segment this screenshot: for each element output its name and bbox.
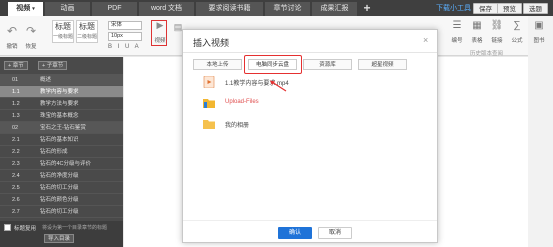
outline-row[interactable]: 2.2 钻石的形成 xyxy=(0,146,123,158)
outline-row[interactable]: 2.6 钻石的颜色分级 xyxy=(0,194,123,206)
insert-video-dialog: 插入视频 × 本地上传 电脑同步云盘 资源库 超星视频 1.1教学内容与要求.m… xyxy=(182,29,438,243)
outline-row[interactable]: 1.3 珠宝的基本概念 xyxy=(0,110,123,122)
style-heading2[interactable]: 标题 二级标题 xyxy=(76,20,98,43)
outline-row[interactable]: 2.1 钻石的基本知识 xyxy=(0,134,123,146)
file-name: 我的相册 xyxy=(225,123,250,129)
font-family-select[interactable]: 宋体 xyxy=(108,21,142,30)
top-tab-bar: 视频 ▾ 动画 PDF word 文档 要求阅读书籍 章节讨论 成果汇报 + 下载… xyxy=(0,0,553,16)
history-link[interactable]: 历史版本查阅 xyxy=(470,49,503,57)
import-outline-button[interactable]: 导入目录 xyxy=(44,234,75,243)
outline-row[interactable]: 1.1 教学内容与要求 xyxy=(0,86,123,98)
title-reuse-label: 标题复用 xyxy=(14,226,37,232)
special-folder-icon xyxy=(203,99,215,108)
folder-icon xyxy=(203,120,215,129)
tab-word[interactable]: word 文档 xyxy=(139,2,195,16)
title-reuse-hint: 将设为第一个目录章节的标题 xyxy=(42,225,108,231)
right-tools-panel xyxy=(528,16,553,247)
link-label: 链接 xyxy=(491,38,503,44)
add-subchapter-button[interactable]: + 子章节 xyxy=(38,61,68,70)
numbering-label: 编号 xyxy=(451,38,463,44)
active-tab-highlight xyxy=(244,55,302,74)
link-icon[interactable]: ⛓ xyxy=(490,20,504,31)
preview-button[interactable]: 预览 xyxy=(497,3,522,14)
table-label: 表格 xyxy=(471,38,483,44)
video-tool-highlight xyxy=(151,20,167,46)
outline-row[interactable]: 2.3 钻石的4C分级与评价 xyxy=(0,158,123,170)
font-size-select[interactable]: 10px xyxy=(108,32,142,41)
undo-icon[interactable]: ↶ xyxy=(5,24,19,38)
file-row[interactable]: 我的相册 xyxy=(203,117,423,135)
add-chapter-button[interactable]: + 章节 xyxy=(4,61,28,70)
book-label: 图书 xyxy=(533,38,545,44)
dialog-title: 插入视频 xyxy=(193,38,230,48)
confirm-button[interactable]: 确认 xyxy=(278,227,312,239)
download-tool-link[interactable]: 下载小工具 xyxy=(436,3,471,14)
tab-animation[interactable]: 动画 xyxy=(45,2,91,16)
select-button[interactable]: 选题 xyxy=(523,3,548,14)
tab-local-upload[interactable]: 本地上传 xyxy=(193,59,242,70)
tab-report[interactable]: 成果汇报 xyxy=(312,2,358,16)
style-heading1-big: 标题 xyxy=(55,22,71,31)
style-heading2-small: 二级标题 xyxy=(77,34,98,40)
tab-video[interactable]: 视频 ▾ xyxy=(8,2,44,16)
save-button[interactable]: 保存 xyxy=(473,3,498,14)
outline-row[interactable]: 2.5 钻石的切工分级 xyxy=(0,182,123,194)
dialog-footer-divider xyxy=(183,220,437,221)
dialog-divider xyxy=(183,52,437,53)
tab-pdf[interactable]: PDF xyxy=(92,2,138,16)
outline-row[interactable]: 2.4 钻石的净度分级 xyxy=(0,170,123,182)
cancel-button[interactable]: 取消 xyxy=(318,227,352,239)
tab-reading[interactable]: 要求阅读书籍 xyxy=(196,2,264,16)
outline-row[interactable]: 1.2 教学方法与要求 xyxy=(0,98,123,110)
tab-discussion[interactable]: 章节讨论 xyxy=(265,2,311,16)
close-icon[interactable]: × xyxy=(423,35,428,45)
file-row[interactable]: Upload-Files xyxy=(203,96,423,114)
tab-chaoxing-video[interactable]: 超星视频 xyxy=(358,59,407,70)
outline-row[interactable]: 2.7 钻石的切工分级 xyxy=(0,206,123,218)
file-row[interactable]: 1.1教学内容与要求.mp4 xyxy=(203,75,423,93)
table-icon[interactable]: ▦ xyxy=(470,20,484,31)
style-heading2-big: 标题 xyxy=(79,22,95,31)
tab-resource-library[interactable]: 资源库 xyxy=(303,59,352,70)
title-reuse-checkbox[interactable] xyxy=(4,224,11,231)
outline-row[interactable]: 02 宝石之王-钻石鉴赏 xyxy=(0,122,123,134)
video-file-icon xyxy=(203,76,215,88)
redo-icon[interactable]: ↷ xyxy=(24,24,38,38)
undo-label: 撤销 xyxy=(6,44,18,50)
outline-row[interactable]: 01 概述 xyxy=(0,74,123,86)
style-heading1-small: 一级标题 xyxy=(53,34,74,40)
formula-label: 公式 xyxy=(511,38,523,44)
style-heading1[interactable]: 标题 一级标题 xyxy=(52,20,74,43)
file-name: Upload-Files xyxy=(225,99,259,105)
pointer-arrow-icon xyxy=(270,80,287,92)
outline-panel: + 章节 + 子章节 01 概述 1.1 教学内容与要求 1.2 教学方法与要求 1.… xyxy=(0,57,123,247)
redo-label: 恢复 xyxy=(25,44,37,50)
add-tab-button[interactable]: + xyxy=(360,1,374,15)
numbering-icon[interactable]: ☰ xyxy=(450,20,464,31)
text-format-icons[interactable]: B I U A xyxy=(108,44,148,52)
formula-icon[interactable]: ∑ xyxy=(510,20,524,31)
book-icon[interactable]: ▣ xyxy=(532,20,546,31)
